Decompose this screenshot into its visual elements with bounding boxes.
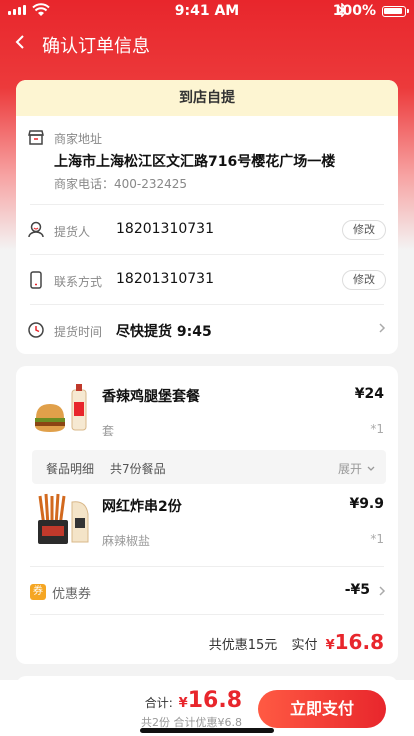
picker-value: 18201310731 xyxy=(116,221,214,237)
edit-contact-button[interactable]: 修改 xyxy=(342,270,386,290)
page-title: 确认订单信息 xyxy=(42,36,150,57)
item-name: 香辣鸡腿堡套餐 xyxy=(102,389,200,405)
picker-label: 提货人 xyxy=(54,225,91,239)
paid-label: 实付 xyxy=(291,638,318,653)
divider xyxy=(30,204,384,205)
products-card: 香辣鸡腿堡套餐 套 ¥24 *1 餐品明细 共7份餐品 展开 网红炸串2份 麻辣… xyxy=(16,366,398,664)
item-detail-bar[interactable]: 餐品明细 共7份餐品 展开 xyxy=(32,450,386,484)
order-summary: 共优惠15元 实付 ¥16.8 xyxy=(209,630,384,654)
total-currency: ¥ xyxy=(178,696,188,711)
nav-bar: 确认订单信息 xyxy=(0,28,414,62)
phone-icon xyxy=(26,270,46,290)
item-qty: *1 xyxy=(370,532,384,546)
discount-text: 共优惠15元 xyxy=(208,638,278,653)
item-spec: 麻辣椒盐 xyxy=(102,534,151,548)
pay-now-button[interactable]: 立即支付 xyxy=(258,690,386,728)
coupon-icon: 券 xyxy=(30,584,46,600)
item-qty: *1 xyxy=(370,422,384,436)
detail-label: 餐品明细 xyxy=(46,462,95,476)
divider xyxy=(30,254,384,255)
pickup-card: 到店自提 商家地址 上海市上海松江区文汇路716号樱花广场一楼 商家电话：400… xyxy=(16,80,398,354)
home-indicator xyxy=(140,728,274,733)
total-label: 合计: xyxy=(144,696,173,710)
coupon-label[interactable]: 优惠券 xyxy=(52,583,91,602)
total-line: 合计: ¥16.8 xyxy=(145,688,242,713)
skewers-image xyxy=(30,492,94,546)
coupon-value[interactable]: -¥5 xyxy=(345,582,370,598)
item-spec: 套 xyxy=(102,424,115,438)
pickup-mode-header: 到店自提 xyxy=(16,80,398,116)
divider xyxy=(30,304,384,305)
chevron-down-icon[interactable] xyxy=(366,462,376,476)
back-icon[interactable] xyxy=(14,32,26,57)
chevron-right-icon[interactable] xyxy=(378,321,386,339)
burger-set-image xyxy=(30,382,94,436)
contact-value: 18201310731 xyxy=(116,271,214,287)
person-icon xyxy=(26,220,46,240)
store-address: 上海市上海松江区文汇路716号樱花广场一楼 xyxy=(54,154,336,170)
time-label: 提货时间 xyxy=(54,325,103,339)
clock-icon xyxy=(26,320,46,340)
battery-percent: 100% xyxy=(332,3,376,19)
store-icon xyxy=(26,128,46,148)
status-bar: 9:41 AM 100% xyxy=(0,0,414,22)
item-price: ¥9.9 xyxy=(349,496,384,512)
paid-value: 16.8 xyxy=(334,630,384,654)
divider xyxy=(30,614,384,615)
contact-label: 联系方式 xyxy=(54,275,103,289)
expand-label[interactable]: 展开 xyxy=(338,460,362,477)
divider xyxy=(30,566,384,567)
paid-currency: ¥ xyxy=(325,638,335,653)
item-name: 网红炸串2份 xyxy=(102,499,182,515)
total-value: 16.8 xyxy=(187,688,242,713)
store-phone: 商家电话：400-232425 xyxy=(54,177,188,191)
detail-count: 共7份餐品 xyxy=(110,462,166,476)
store-label: 商家地址 xyxy=(54,132,103,146)
edit-picker-button[interactable]: 修改 xyxy=(342,220,386,240)
chevron-right-icon[interactable] xyxy=(378,583,386,602)
time-value[interactable]: 尽快提货 9:45 xyxy=(116,321,212,341)
battery-icon xyxy=(382,6,409,17)
item-price: ¥24 xyxy=(354,386,384,402)
